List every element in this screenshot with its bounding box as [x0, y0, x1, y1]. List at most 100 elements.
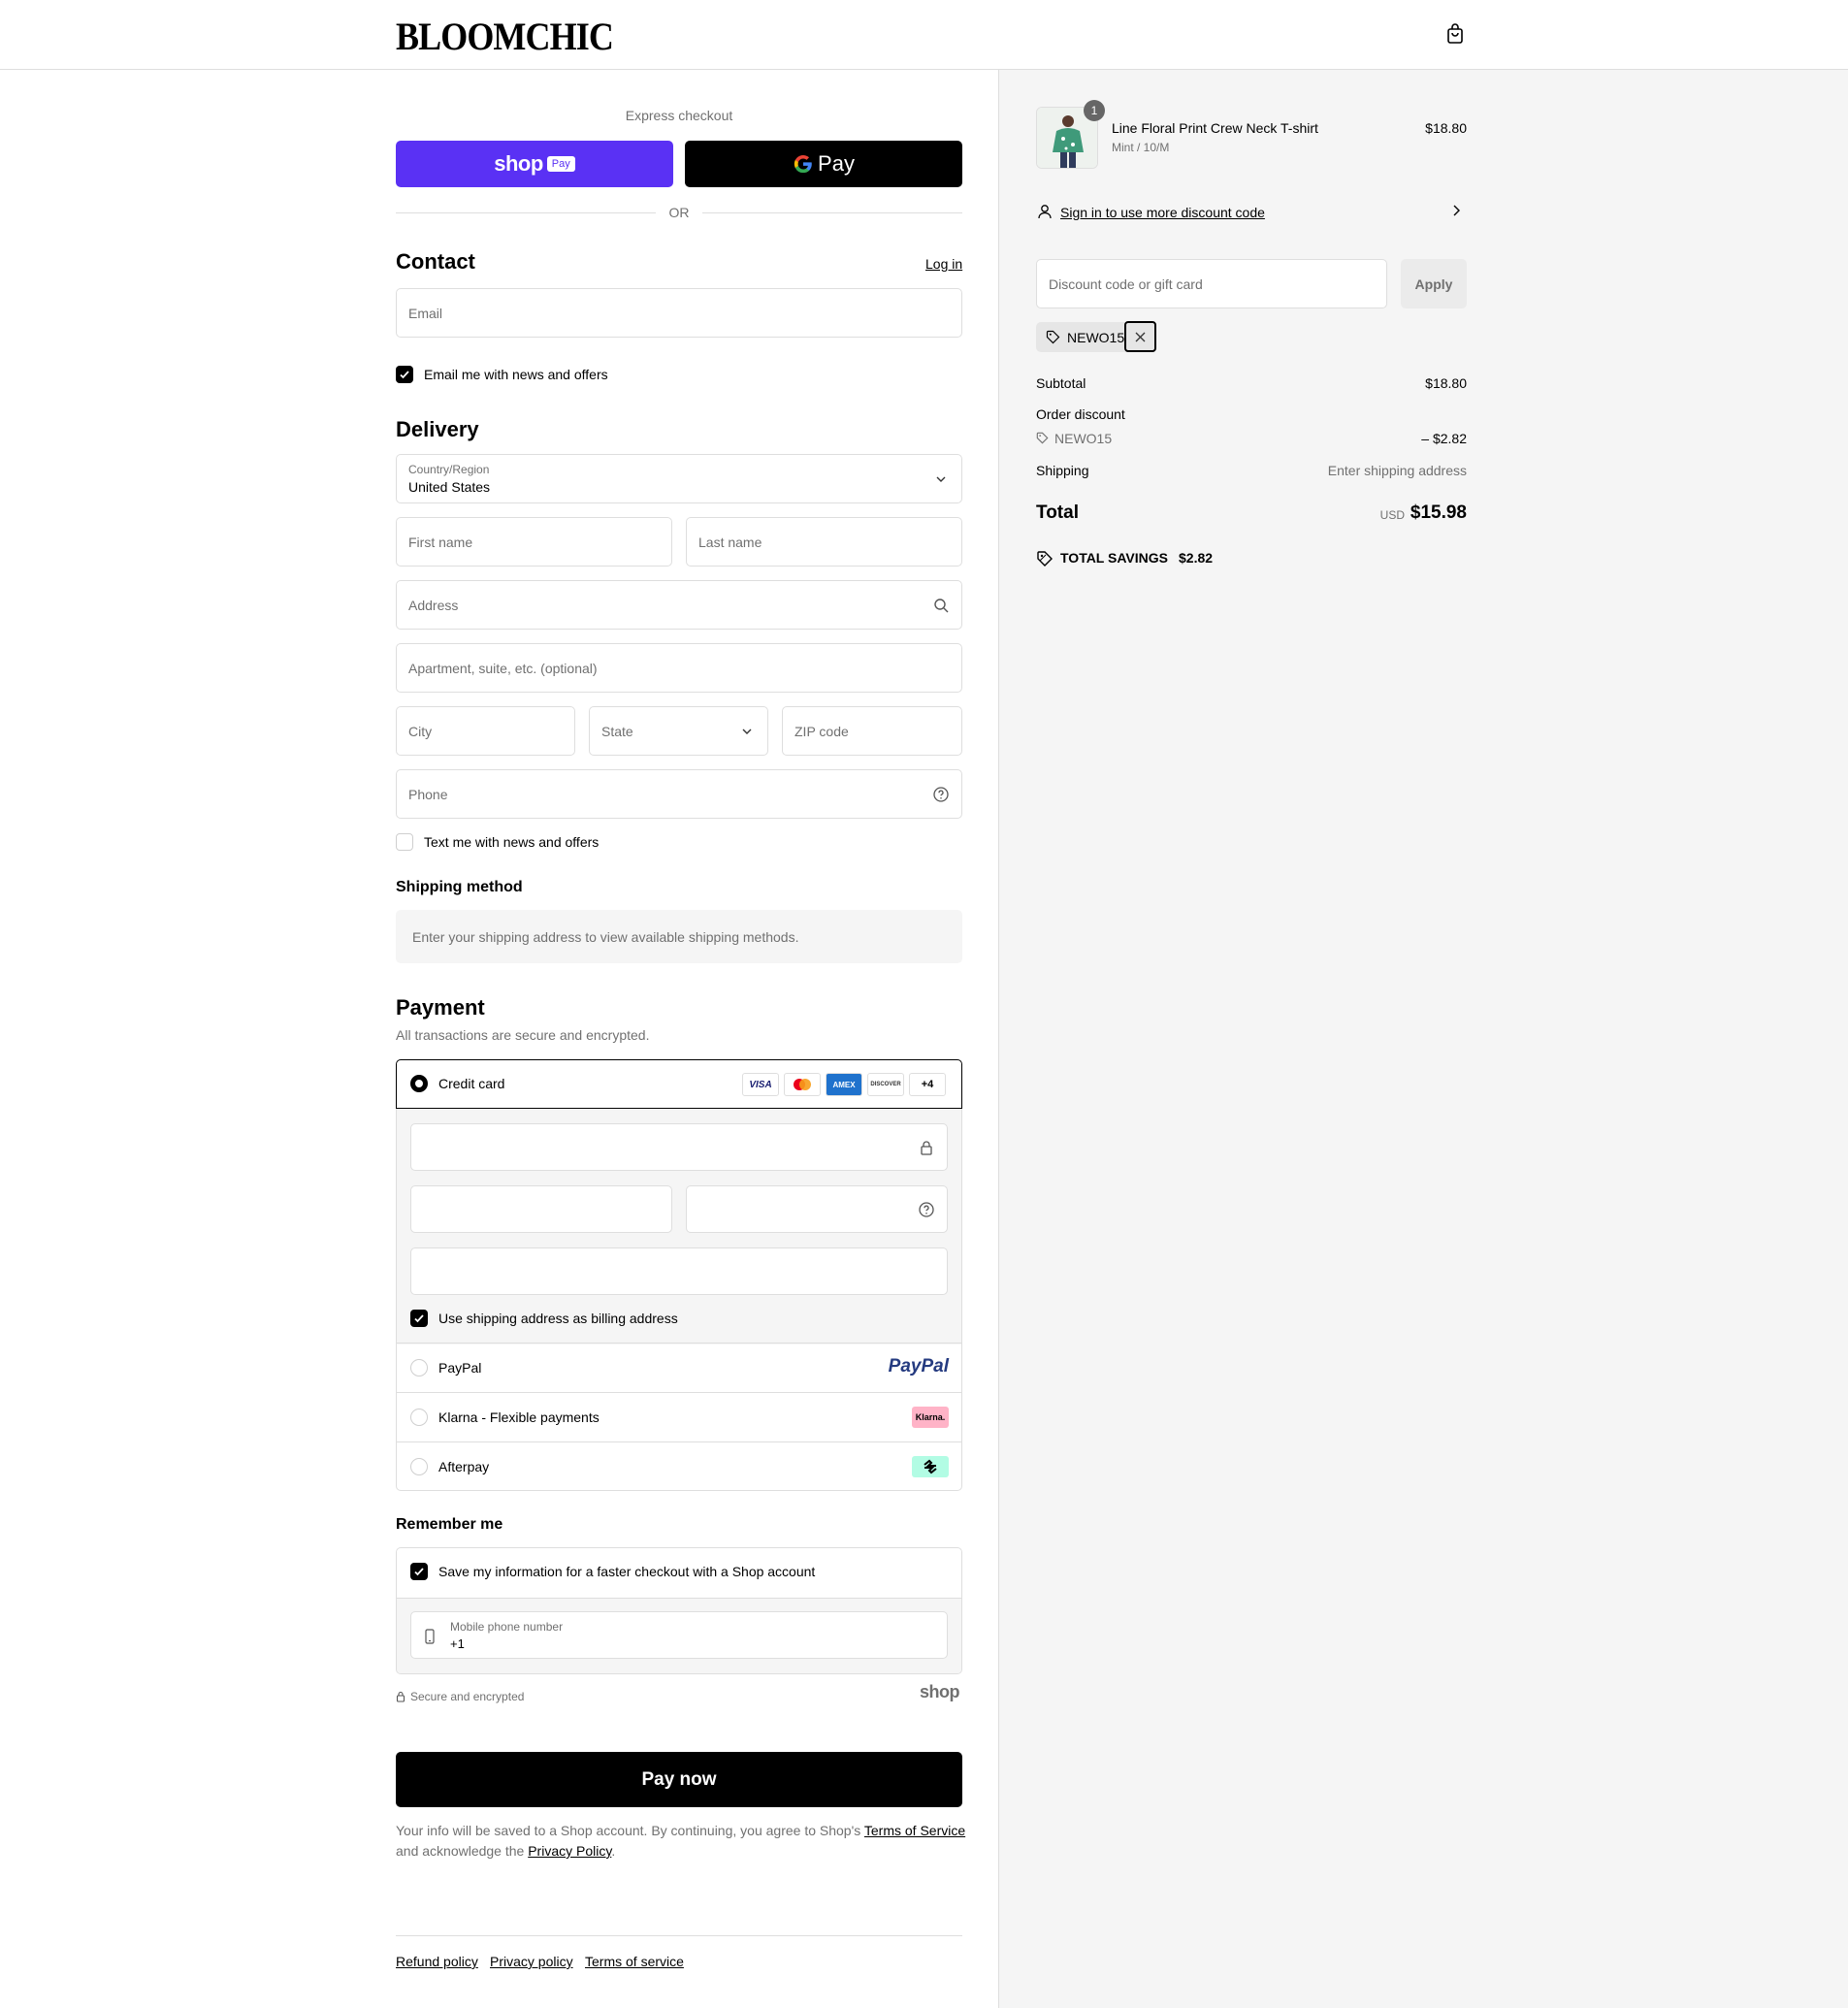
email-field[interactable]: Email — [396, 288, 962, 338]
shipping-method-title: Shipping method — [396, 879, 523, 895]
tag-icon — [1036, 432, 1049, 444]
state-select[interactable]: State — [589, 706, 768, 756]
tag-icon — [1046, 330, 1060, 344]
expiration-date-field[interactable] — [410, 1185, 672, 1233]
help-circle-icon[interactable] — [918, 1201, 935, 1218]
mobile-phone-label: Mobile phone number — [450, 1620, 564, 1634]
credit-card-label: Credit card — [438, 1076, 505, 1091]
last-name-placeholder: Last name — [698, 534, 762, 550]
footer-terms-of-service-link[interactable]: Terms of service — [585, 1954, 684, 1969]
afterpay-option[interactable]: Afterpay — [396, 1441, 962, 1491]
mobile-phone-field[interactable]: Mobile phone number +1 — [410, 1611, 948, 1659]
country-select[interactable]: Country/Region United States — [396, 454, 962, 503]
billing-same-label: Use shipping address as billing address — [438, 1311, 678, 1326]
email-placeholder: Email — [408, 305, 443, 321]
express-checkout-title: Express checkout — [625, 108, 733, 123]
phone-placeholder: Phone — [408, 786, 448, 802]
first-name-placeholder: First name — [408, 534, 473, 550]
checkmark-icon — [400, 371, 409, 379]
mobile-phone-icon — [425, 1629, 435, 1644]
remember-me-title: Remember me — [396, 1516, 503, 1533]
klarna-label: Klarna - Flexible payments — [438, 1409, 600, 1425]
text-news-checkbox[interactable] — [396, 833, 413, 851]
legal-line1: Your info will be saved to a Shop accoun… — [396, 1823, 861, 1838]
card-number-field[interactable] — [410, 1123, 948, 1171]
remove-discount-button[interactable] — [1124, 321, 1156, 352]
phone-field[interactable]: Phone — [396, 769, 962, 819]
shop-pay-label: shop — [494, 151, 543, 176]
lock-icon — [396, 1691, 405, 1702]
contact-title: Contact — [396, 249, 475, 274]
shop-pay-button[interactable]: shop Pay — [396, 141, 673, 187]
payment-subtitle: All transactions are secure and encrypte… — [396, 1027, 650, 1043]
address-placeholder: Address — [408, 597, 459, 613]
paypal-radio[interactable] — [410, 1359, 428, 1376]
discount-code-field[interactable]: Discount code or gift card — [1036, 259, 1387, 308]
footer-divider — [396, 1935, 962, 1936]
user-icon — [1038, 205, 1052, 219]
legal-line2: and acknowledge the — [396, 1843, 525, 1859]
brand-logo[interactable]: BLOOMCHIC — [396, 14, 614, 59]
name-on-card-field[interactable] — [410, 1247, 948, 1295]
afterpay-radio[interactable] — [410, 1458, 428, 1475]
shop-logo: shop — [920, 1682, 960, 1701]
login-link[interactable]: Log in — [925, 256, 962, 272]
lock-icon — [921, 1140, 932, 1155]
apartment-field[interactable]: Apartment, suite, etc. (optional) — [396, 643, 962, 693]
total-value: $15.98 — [1410, 502, 1467, 523]
pay-now-label: Pay now — [641, 1768, 717, 1790]
apply-discount-button[interactable]: Apply — [1401, 259, 1467, 308]
privacy-policy-link[interactable]: Privacy Policy — [528, 1843, 611, 1859]
secure-encrypted-label: Secure and encrypted — [410, 1690, 525, 1703]
product-variant: Mint / 10/M — [1112, 141, 1170, 154]
total-savings-value: $2.82 — [1179, 550, 1214, 566]
google-g-icon — [794, 154, 812, 174]
save-info-checkbox[interactable] — [410, 1563, 428, 1580]
afterpay-label: Afterpay — [438, 1459, 490, 1474]
order-discount-value: – $2.82 — [1421, 431, 1467, 446]
klarna-radio[interactable] — [410, 1409, 428, 1426]
address-field[interactable]: Address — [396, 580, 962, 630]
zip-field[interactable]: ZIP code — [782, 706, 962, 756]
pay-now-button[interactable]: Pay now — [396, 1752, 962, 1807]
quantity-badge: 1 — [1084, 100, 1105, 121]
email-news-checkbox[interactable] — [396, 366, 413, 383]
email-news-label: Email me with news and offers — [424, 367, 608, 382]
discover-icon: DISCOVER — [867, 1073, 904, 1096]
mastercard-icon — [784, 1073, 821, 1096]
security-code-field[interactable] — [686, 1185, 948, 1233]
afterpay-logo-icon — [912, 1456, 949, 1477]
city-field[interactable]: City — [396, 706, 575, 756]
shipping-label: Shipping — [1036, 463, 1089, 478]
savings-tag-icon — [1037, 551, 1053, 567]
credit-card-radio[interactable] — [410, 1075, 428, 1092]
product-price: $18.80 — [1425, 120, 1467, 136]
state-placeholder: State — [601, 723, 633, 739]
product-name: Line Floral Print Crew Neck T-shirt — [1112, 120, 1318, 136]
footer-refund-policy-link[interactable]: Refund policy — [396, 1954, 478, 1969]
last-name-field[interactable]: Last name — [686, 517, 962, 567]
google-pay-button[interactable]: Pay — [685, 141, 962, 187]
subtotal-label: Subtotal — [1036, 375, 1086, 391]
apply-label: Apply — [1414, 275, 1453, 292]
terms-of-service-link[interactable]: Terms of Service — [864, 1823, 965, 1838]
klarna-option[interactable]: Klarna - Flexible payments Klarna. — [396, 1392, 962, 1441]
zip-placeholder: ZIP code — [794, 723, 849, 739]
paypal-option[interactable]: PayPal PayPal — [396, 1343, 962, 1392]
first-name-field[interactable]: First name — [396, 517, 672, 567]
shopping-bag-icon[interactable] — [1443, 22, 1467, 46]
order-discount-code: NEWO15 — [1054, 431, 1113, 446]
billing-same-checkbox[interactable] — [410, 1310, 428, 1327]
mobile-phone-value: +1 — [450, 1636, 465, 1651]
signin-discount-link[interactable]: Sign in to use more discount code — [1060, 205, 1265, 220]
footer-privacy-policy-link[interactable]: Privacy policy — [490, 1954, 573, 1969]
help-circle-icon[interactable] — [932, 786, 950, 803]
chevron-right-icon[interactable] — [1448, 203, 1464, 218]
google-pay-label: Pay — [818, 151, 855, 176]
checkmark-icon — [414, 1314, 424, 1323]
legal-period: . — [611, 1843, 616, 1859]
divider-right — [702, 212, 962, 213]
city-placeholder: City — [408, 723, 433, 739]
shipping-method-notice: Enter your shipping address to view avai… — [412, 929, 799, 945]
save-info-label: Save my information for a faster checkou… — [438, 1564, 816, 1579]
